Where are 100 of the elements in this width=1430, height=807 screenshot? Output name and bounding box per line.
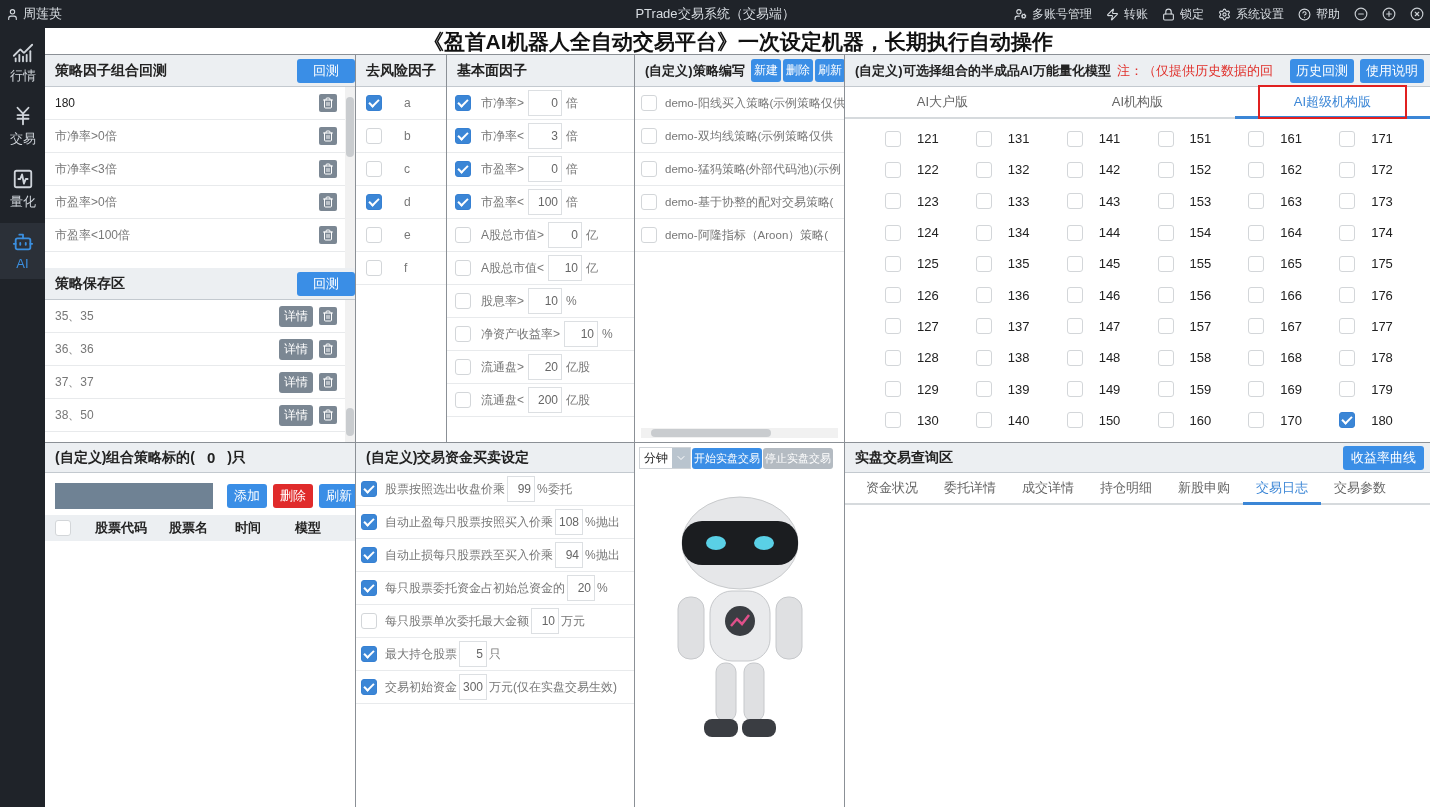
value-field[interactable]: 10 [528, 288, 562, 314]
checkbox[interactable] [1339, 412, 1356, 429]
scrollbar[interactable] [345, 300, 355, 442]
checkbox[interactable] [455, 161, 471, 177]
scrollbar[interactable] [641, 428, 838, 438]
toolbar-button[interactable]: 添加 [227, 484, 267, 508]
value-field[interactable]: 10 [531, 608, 559, 634]
value-field[interactable]: 10 [564, 321, 598, 347]
toolbar-button[interactable]: 帮助 [1298, 5, 1340, 23]
checkbox[interactable] [366, 95, 382, 111]
backtest-button[interactable]: 回测 [297, 271, 355, 296]
sidebar-item[interactable]: 交易 [0, 97, 45, 156]
value-field[interactable]: 99 [507, 476, 535, 502]
panel-title: (自定义)可选择组合的半成品AI万能量化模型 [855, 61, 1111, 80]
column-header: 股票名 [169, 519, 209, 537]
details-button[interactable]: 详情 [279, 338, 313, 360]
model-number: 128 [917, 350, 939, 366]
checkbox[interactable] [361, 514, 377, 530]
strategy-name[interactable]: demo-基于协整的配对交易策略( [665, 194, 834, 210]
backtest-button[interactable]: 回测 [297, 58, 355, 83]
strategy-name[interactable]: demo-猛犸策略(外部代码池)(示例 [665, 161, 842, 177]
toolbar-button[interactable]: 刷新 [814, 59, 844, 82]
toolbar-button[interactable]: 新建 [750, 59, 781, 82]
query-tab[interactable]: 资金状况 [853, 473, 931, 505]
lightning-icon [1106, 7, 1119, 21]
toolbar-button[interactable]: 多账号管理 [1014, 5, 1092, 23]
value-field[interactable]: 300 [459, 674, 487, 700]
details-button[interactable]: 详情 [279, 371, 313, 393]
toolbar-button[interactable]: 锁定 [1162, 5, 1204, 23]
checkbox[interactable] [361, 580, 377, 596]
value-field[interactable]: 0 [528, 156, 562, 182]
delete-button[interactable] [319, 94, 337, 112]
value-field[interactable]: 94 [555, 542, 583, 568]
model-number: 144 [1098, 225, 1121, 241]
query-tab[interactable]: 委托详情 [931, 473, 1009, 505]
model-number: 151 [1189, 131, 1212, 147]
value-field[interactable]: 10 [548, 255, 582, 281]
details-button[interactable]: 详情 [279, 305, 313, 327]
delete-button[interactable] [319, 307, 337, 325]
value-field[interactable]: 5 [459, 641, 487, 667]
checkbox[interactable] [455, 194, 471, 210]
interval-select[interactable]: 分钟 [639, 447, 691, 469]
user-name: 周莲英 [23, 5, 62, 23]
trade-button[interactable]: 开始实盘交易 [692, 447, 762, 469]
model-number: 126 [917, 287, 939, 303]
query-tab[interactable]: 成交详情 [1009, 473, 1087, 505]
value-field[interactable]: 200 [528, 387, 562, 413]
query-tab[interactable]: 持仓明细 [1087, 473, 1165, 505]
toolbar-button[interactable]: 历史回测 [1290, 58, 1354, 83]
checkbox[interactable] [361, 646, 377, 662]
value-field[interactable]: 0 [528, 90, 562, 116]
model-number: 154 [1189, 225, 1212, 241]
version-tab[interactable]: AI大户版 [845, 87, 1040, 119]
stock-code-field[interactable] [55, 483, 213, 509]
toolbar-button[interactable]: 使用说明 [1360, 58, 1424, 83]
value-field[interactable]: 20 [528, 354, 562, 380]
query-tab[interactable]: 交易日志 [1243, 473, 1321, 505]
value-field[interactable]: 3 [528, 123, 562, 149]
checkbox[interactable] [455, 128, 471, 144]
sidebar-item[interactable]: AI [0, 223, 45, 279]
version-tab[interactable]: AI机构版 [1040, 87, 1235, 119]
unit-label: 万元 [561, 612, 585, 630]
value-field[interactable]: 100 [528, 189, 562, 215]
model-number: 180 [1371, 412, 1393, 428]
checkbox[interactable] [361, 481, 377, 497]
toolbar-button[interactable]: 刷新 [319, 484, 355, 508]
checkbox[interactable] [361, 679, 377, 695]
strategy-name[interactable]: demo-双均线策略(示例策略仅供 [665, 128, 834, 144]
details-button[interactable]: 详情 [279, 404, 313, 426]
value-field[interactable]: 0 [548, 222, 582, 248]
toolbar-button[interactable]: 删除 [273, 484, 313, 508]
delete-button[interactable] [319, 226, 337, 244]
panel-title: (自定义)策略编写 [645, 61, 745, 80]
delete-button[interactable] [319, 406, 337, 424]
close-button[interactable] [1410, 7, 1424, 21]
count-text: 0 [207, 449, 216, 466]
toolbar-button[interactable]: 删除 [782, 59, 813, 82]
maximize-button[interactable] [1382, 7, 1396, 21]
sidebar-item[interactable]: 行情 [0, 34, 45, 93]
sidebar-item[interactable]: 量化 [0, 160, 45, 219]
factor-label: 流通盘> [481, 358, 524, 376]
value-field[interactable]: 20 [567, 575, 595, 601]
checkbox[interactable] [361, 547, 377, 563]
delete-button[interactable] [319, 340, 337, 358]
minimize-button[interactable] [1354, 7, 1368, 21]
strategy-name[interactable]: demo-阿隆指标（Aroon）策略( [665, 227, 829, 243]
model-number: 141 [1098, 131, 1121, 147]
toolbar-button[interactable]: 转账 [1106, 5, 1148, 23]
scrollbar[interactable] [345, 87, 355, 268]
delete-button[interactable] [319, 193, 337, 211]
delete-button[interactable] [319, 373, 337, 391]
delete-button[interactable] [319, 160, 337, 178]
toolbar-button[interactable]: 系统设置 [1218, 5, 1284, 23]
query-tab[interactable]: 交易参数 [1321, 473, 1399, 505]
query-tab[interactable]: 新股申购 [1165, 473, 1243, 505]
delete-button[interactable] [319, 127, 337, 145]
checkbox[interactable] [455, 95, 471, 111]
return-curve-button[interactable]: 收益率曲线 [1343, 445, 1424, 470]
checkbox[interactable] [366, 194, 382, 210]
value-field[interactable]: 108 [555, 509, 583, 535]
